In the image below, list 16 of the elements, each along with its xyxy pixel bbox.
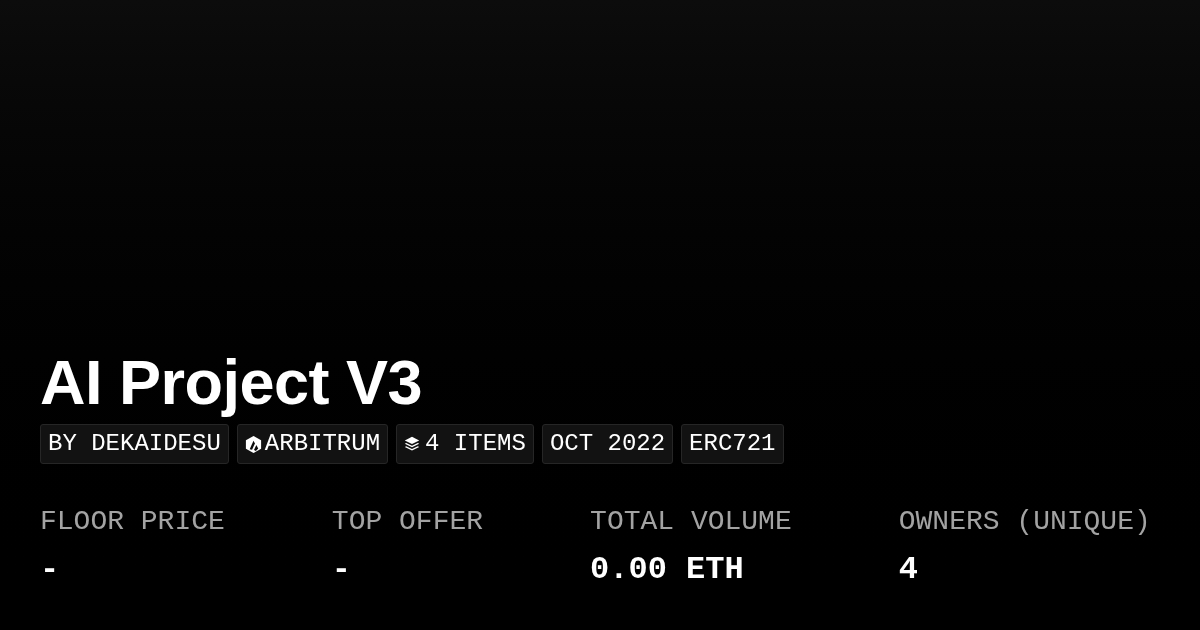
stat-label: OWNERS (UNIQUE)	[898, 505, 1151, 539]
stat-value: -	[331, 550, 352, 590]
layers-icon	[403, 435, 422, 453]
stat-label: FLOOR PRICE	[40, 505, 225, 539]
tag-chip: OCT 2022	[541, 424, 674, 464]
stat-value: 0.00 ETH	[590, 550, 744, 590]
collection-title: AI Project V3	[40, 346, 423, 418]
tag-chip: ERC721	[681, 424, 784, 464]
stat-label: TOTAL VOLUME	[590, 505, 792, 539]
stat-value: -	[40, 550, 60, 590]
tag-chip: BY DEKAIDESU	[40, 424, 229, 464]
stat-label: TOP OFFER	[331, 505, 484, 539]
stat-value: 4	[898, 550, 918, 590]
arbitrum-logo-icon	[243, 434, 263, 454]
tag-chip: ARBITRUM	[236, 424, 389, 464]
tag-chip: 4 ITEMS	[396, 424, 534, 464]
